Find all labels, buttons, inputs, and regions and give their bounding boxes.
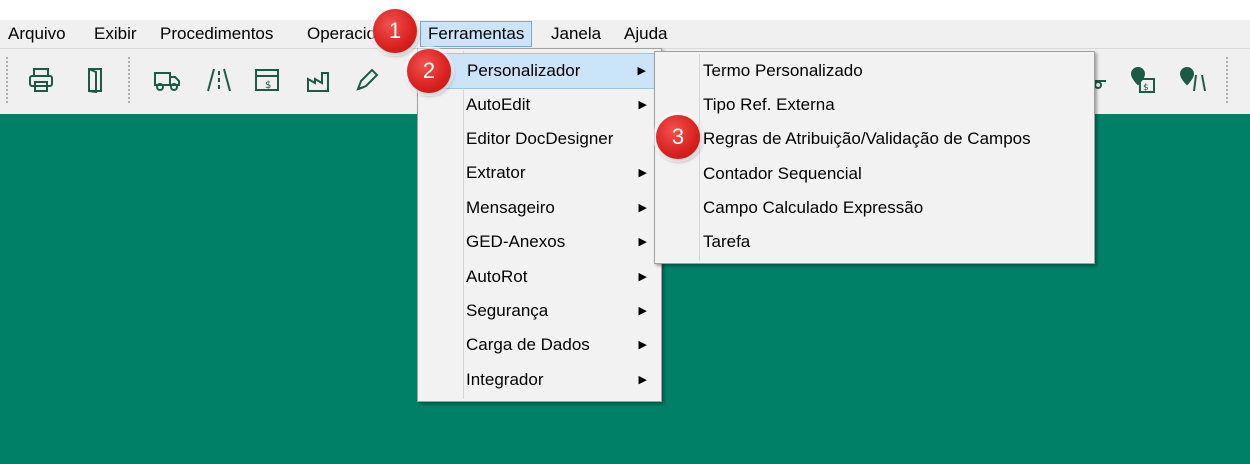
menu-exibir[interactable]: Exibir <box>92 22 139 46</box>
menu-item-mensageiro[interactable]: Mensageiro ▶ <box>420 191 659 225</box>
menu-item-label: Tarefa <box>703 232 751 251</box>
menu-item-personalizador[interactable]: Personalizador ▶ <box>420 53 659 89</box>
menu-item-editor-docdesigner[interactable]: Editor DocDesigner <box>420 122 659 156</box>
submenu-arrow-icon: ▶ <box>638 305 647 317</box>
menu-item-regras-atribuicao-validacao[interactable]: Regras de Atribuição/Validação de Campos <box>657 122 1092 156</box>
toolbar-separator <box>128 57 130 105</box>
menu-procedimentos[interactable]: Procedimentos <box>158 22 275 46</box>
submenu-arrow-icon: ▶ <box>638 236 647 248</box>
menu-item-label: Mensageiro <box>466 198 555 217</box>
menu-item-autoedit[interactable]: AutoEdit ▶ <box>420 88 659 122</box>
submenu-arrow-icon: ▶ <box>638 339 647 351</box>
menu-item-extrator[interactable]: Extrator ▶ <box>420 156 659 190</box>
menu-item-seguranca[interactable]: Segurança ▶ <box>420 294 659 328</box>
personalizador-submenu: Termo Personalizado Tipo Ref. Externa Re… <box>654 51 1095 264</box>
door-exit-icon[interactable] <box>78 63 112 97</box>
menu-item-label: AutoRot <box>466 267 528 286</box>
menu-item-tarefa[interactable]: Tarefa <box>657 225 1092 259</box>
menu-item-label: GED-Anexos <box>466 232 566 251</box>
calculator-money-icon[interactable]: $ <box>250 63 284 97</box>
menu-item-label: Extrator <box>466 163 526 182</box>
menu-item-label: Integrador <box>466 370 544 389</box>
menu-item-label: Editor DocDesigner <box>466 129 614 148</box>
menu-item-ged-anexos[interactable]: GED-Anexos ▶ <box>420 225 659 259</box>
menu-item-autorot[interactable]: AutoRot ▶ <box>420 260 659 294</box>
step-badge-1: 1 <box>373 9 417 53</box>
window-top-strip <box>0 0 1250 20</box>
svg-text:$: $ <box>265 80 271 91</box>
menu-item-campo-calculado-expressao[interactable]: Campo Calculado Expressão <box>657 191 1092 225</box>
menu-bar: Arquivo Exibir Procedimentos Operacional… <box>0 20 1250 48</box>
menu-item-label: Campo Calculado Expressão <box>703 198 924 217</box>
menu-item-label: Regras de Atribuição/Validação de Campos <box>703 129 1031 148</box>
submenu-arrow-icon: ▶ <box>638 99 647 111</box>
ferramentas-dropdown: Personalizador ▶ AutoEdit ▶ Editor DocDe… <box>417 48 662 402</box>
submenu-arrow-icon: ▶ <box>638 167 647 179</box>
truck-icon[interactable] <box>150 63 184 97</box>
menu-ferramentas[interactable]: Ferramentas <box>420 21 533 47</box>
submenu-arrow-icon: ▶ <box>638 271 647 283</box>
svg-text:$: $ <box>1143 83 1149 93</box>
menu-item-tipo-ref-externa[interactable]: Tipo Ref. Externa <box>657 88 1092 122</box>
pen-icon[interactable] <box>350 63 384 97</box>
menu-item-label: Termo Personalizado <box>703 61 863 80</box>
menu-item-label: Personalizador <box>467 61 581 80</box>
step-badge-3: 3 <box>656 115 700 159</box>
menu-item-contador-sequencial[interactable]: Contador Sequencial <box>657 157 1092 191</box>
menu-item-integrador[interactable]: Integrador ▶ <box>420 363 659 397</box>
menu-ajuda[interactable]: Ajuda <box>622 22 669 46</box>
menu-arquivo[interactable]: Arquivo <box>6 22 68 46</box>
location-money-icon[interactable]: $ <box>1126 63 1160 97</box>
toolbar-separator <box>1226 57 1228 105</box>
factory-icon[interactable] <box>302 63 336 97</box>
submenu-arrow-icon: ▶ <box>638 374 647 386</box>
submenu-arrow-icon: ▶ <box>638 202 647 214</box>
menu-janela[interactable]: Janela <box>549 22 603 46</box>
menu-item-label: Contador Sequencial <box>703 164 862 183</box>
step-badge-2: 2 <box>407 49 451 93</box>
menu-item-termo-personalizado[interactable]: Termo Personalizado <box>657 54 1092 88</box>
menu-item-label: AutoEdit <box>466 95 531 114</box>
submenu-arrow-icon: ▶ <box>637 65 646 77</box>
menu-item-label: Tipo Ref. Externa <box>703 95 835 114</box>
location-road-icon[interactable] <box>1176 63 1210 97</box>
printer-icon[interactable] <box>24 63 58 97</box>
toolbar-grip[interactable] <box>6 57 8 105</box>
menu-item-carga-de-dados[interactable]: Carga de Dados ▶ <box>420 328 659 362</box>
menu-item-label: Carga de Dados <box>466 335 590 354</box>
road-icon[interactable] <box>202 63 236 97</box>
menu-item-label: Segurança <box>466 301 549 320</box>
